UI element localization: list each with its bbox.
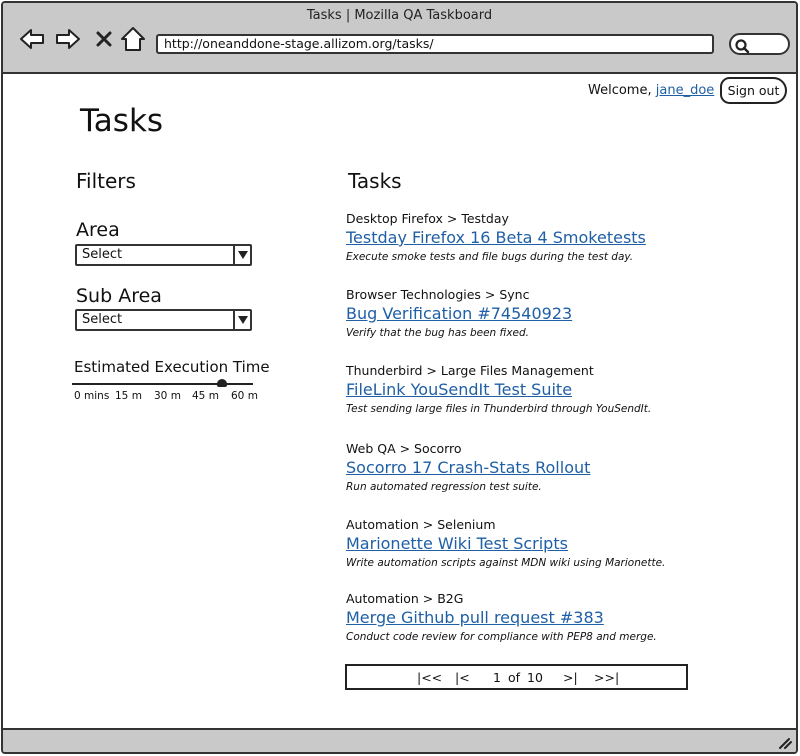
resize-grip-icon[interactable] xyxy=(776,735,792,749)
sub-area-select-value: Select xyxy=(82,312,123,327)
stop-icon[interactable] xyxy=(89,26,119,52)
area-label: Area xyxy=(76,219,120,241)
slider-tick-label: 45 m xyxy=(192,390,219,402)
task-description: Test sending large files in Thunderbird … xyxy=(346,403,652,415)
slider-tick-label: 60 m xyxy=(231,390,258,402)
filters-heading: Filters xyxy=(76,169,136,193)
execution-time-label: Estimated Execution Time xyxy=(74,358,270,376)
current-page-number: 1 xyxy=(493,670,501,685)
page-of-label: of xyxy=(508,670,521,685)
sub-area-select[interactable]: Select xyxy=(75,309,252,331)
area-select[interactable]: Select xyxy=(75,244,252,266)
task-description: Execute smoke tests and file bugs during… xyxy=(346,251,634,263)
search-icon xyxy=(735,39,750,54)
task-title-link[interactable]: FileLink YouSendIt Test Suite xyxy=(346,380,706,400)
task-description: Verify that the bug has been fixed. xyxy=(346,327,529,339)
task-title-link[interactable]: Marionette Wiki Test Scripts xyxy=(346,534,706,554)
total-pages: 10 xyxy=(527,670,543,685)
sign-out-button[interactable]: Sign out xyxy=(720,77,787,104)
first-page-button[interactable]: |<< xyxy=(417,670,442,685)
status-bar xyxy=(3,728,796,752)
task-breadcrumb: Automation > Selenium xyxy=(346,517,496,532)
task-item: Automation > Selenium Marionette Wiki Te… xyxy=(346,517,706,571)
task-breadcrumb: Thunderbird > Large Files Management xyxy=(346,363,594,378)
task-description: Conduct code review for compliance with … xyxy=(346,631,657,643)
task-title-link[interactable]: Merge Github pull request #383 xyxy=(346,608,706,628)
slider-tick-label: 30 m xyxy=(154,390,181,402)
execution-time-slider-handle[interactable] xyxy=(217,379,227,387)
home-icon[interactable] xyxy=(118,26,148,52)
task-title-link[interactable]: Bug Verification #74540923 xyxy=(346,304,706,324)
next-page-button[interactable]: >| xyxy=(563,670,578,685)
task-item: Thunderbird > Large Files Management Fil… xyxy=(346,363,706,417)
tasks-heading: Tasks xyxy=(348,169,402,193)
task-description: Run automated regression test suite. xyxy=(346,481,542,493)
username-link[interactable]: jane_doe xyxy=(656,83,715,98)
back-icon[interactable] xyxy=(17,26,47,52)
forward-icon[interactable] xyxy=(53,26,83,52)
page-title: Tasks xyxy=(80,103,164,139)
slider-tick-label: 0 mins xyxy=(74,390,110,402)
slider-tick-label: 15 m xyxy=(115,390,142,402)
task-breadcrumb: Web QA > Socorro xyxy=(346,441,462,456)
area-select-value: Select xyxy=(82,247,123,262)
sub-area-label: Sub Area xyxy=(76,285,162,307)
last-page-button[interactable]: >>| xyxy=(594,670,619,685)
task-breadcrumb: Desktop Firefox > Testday xyxy=(346,211,509,226)
welcome-label: Welcome, xyxy=(588,83,652,98)
task-item: Web QA > Socorro Socorro 17 Crash-Stats … xyxy=(346,441,706,495)
task-item: Browser Technologies > Sync Bug Verifica… xyxy=(346,287,706,341)
window-title: Tasks | Mozilla QA Taskboard xyxy=(306,8,493,23)
pagination: |<< |< 1 of 10 >| >>| xyxy=(345,664,688,690)
browser-toolbar: Tasks | Mozilla QA Taskboard http://onea… xyxy=(3,3,796,74)
welcome-message: Welcome, jane_doe | xyxy=(588,83,731,98)
chevron-down-icon xyxy=(233,311,250,329)
task-title-link[interactable]: Socorro 17 Crash-Stats Rollout xyxy=(346,458,706,478)
task-breadcrumb: Automation > B2G xyxy=(346,591,464,606)
browser-search-box[interactable] xyxy=(729,33,790,55)
chevron-down-icon xyxy=(233,246,250,264)
task-item: Desktop Firefox > Testday Testday Firefo… xyxy=(346,211,706,265)
url-bar[interactable]: http://oneanddone-stage.allizom.org/task… xyxy=(156,34,714,54)
task-item: Automation > B2G Merge Github pull reque… xyxy=(346,591,706,645)
prev-page-button[interactable]: |< xyxy=(455,670,470,685)
task-breadcrumb: Browser Technologies > Sync xyxy=(346,287,530,302)
browser-window: Tasks | Mozilla QA Taskboard http://onea… xyxy=(1,1,798,754)
task-description: Write automation scripts against MDN wik… xyxy=(346,557,666,569)
task-title-link[interactable]: Testday Firefox 16 Beta 4 Smoketests xyxy=(346,228,706,248)
